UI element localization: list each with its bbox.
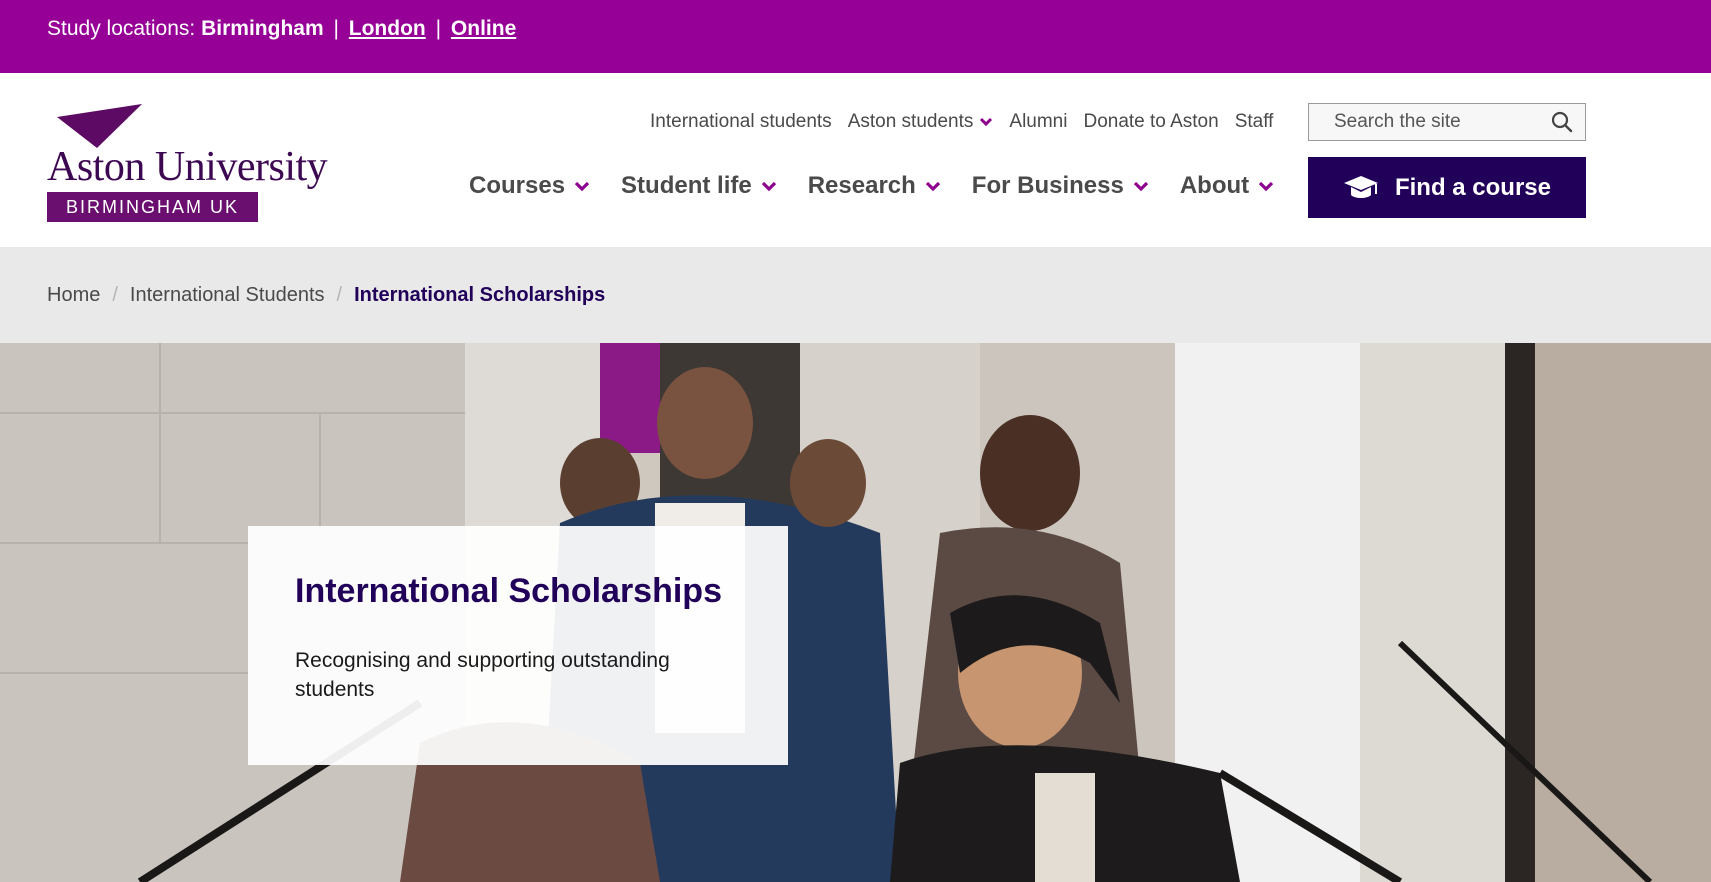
utility-link-label: Staff — [1234, 111, 1274, 132]
logo-wordmark: Aston University — [47, 144, 328, 190]
nav-label: Research — [807, 172, 916, 199]
aston-university-logo[interactable]: Aston University BIRMINGHAM UK — [47, 103, 337, 225]
nav-research[interactable]: Research — [808, 172, 941, 200]
nav-label: For Business — [971, 172, 1124, 199]
utility-link-label: Alumni — [1009, 111, 1068, 132]
search-input[interactable] — [1309, 104, 1539, 140]
utility-link-aston-students[interactable]: Aston students — [848, 111, 994, 133]
hero-description: Recognising and supporting outstanding s… — [295, 649, 670, 701]
hero-banner: International Scholarships Recognising a… — [0, 343, 1711, 882]
site-header: Aston University BIRMINGHAM UK Internati… — [0, 73, 1711, 247]
breadcrumb-home[interactable]: Home — [47, 284, 100, 307]
find-a-course-button[interactable]: Find a course — [1308, 157, 1586, 218]
page-title: International Scholarships — [295, 572, 722, 610]
chevron-down-icon — [1259, 181, 1274, 191]
graduation-cap-icon — [1343, 174, 1379, 202]
nav-student-life[interactable]: Student life — [621, 172, 777, 200]
utility-link-label: Aston students — [847, 111, 974, 132]
chevron-down-icon — [980, 117, 993, 127]
nav-about[interactable]: About — [1180, 172, 1274, 200]
utility-nav: International students Aston students Al… — [650, 110, 1289, 134]
utility-link-international-students[interactable]: International students — [650, 111, 832, 133]
study-locations-label: Study locations: — [47, 17, 196, 40]
chevron-down-icon — [1133, 181, 1148, 191]
hero-card: International Scholarships Recognising a… — [248, 526, 788, 765]
main-nav: Courses Student life Research For Busine… — [469, 169, 1305, 203]
breadcrumb: Home / International Students / Internat… — [0, 247, 1711, 343]
nav-label: Student life — [621, 172, 752, 199]
utility-link-staff[interactable]: Staff — [1235, 111, 1274, 133]
site-search — [1308, 103, 1586, 141]
nav-courses[interactable]: Courses — [469, 172, 590, 200]
logo-subtitle: BIRMINGHAM UK — [47, 192, 258, 222]
nav-label: About — [1179, 172, 1250, 199]
utility-link-alumni[interactable]: Alumni — [1009, 111, 1067, 133]
breadcrumb-current: International Scholarships — [354, 284, 606, 306]
utility-link-label: International students — [650, 111, 832, 132]
nav-for-business[interactable]: For Business — [972, 172, 1149, 200]
location-online-link[interactable]: Online — [451, 17, 516, 40]
find-a-course-label: Find a course — [1394, 173, 1552, 201]
separator: | — [435, 17, 442, 40]
separator: | — [333, 17, 339, 40]
utility-link-donate[interactable]: Donate to Aston — [1083, 111, 1218, 133]
chevron-down-icon — [925, 181, 940, 191]
study-locations-bar: Study locations: Birmingham | London | O… — [0, 0, 1711, 73]
location-birmingham: Birmingham — [201, 17, 324, 40]
nav-label: Courses — [469, 172, 566, 199]
breadcrumb-separator: / — [112, 284, 118, 306]
chevron-down-icon — [574, 181, 590, 191]
breadcrumb-separator: / — [336, 284, 343, 306]
location-london-link[interactable]: London — [349, 17, 426, 40]
utility-link-label: Donate to Aston — [1083, 111, 1219, 132]
chevron-down-icon — [761, 181, 776, 191]
search-icon[interactable] — [1551, 111, 1573, 133]
breadcrumb-international-students[interactable]: International Students — [130, 284, 325, 307]
